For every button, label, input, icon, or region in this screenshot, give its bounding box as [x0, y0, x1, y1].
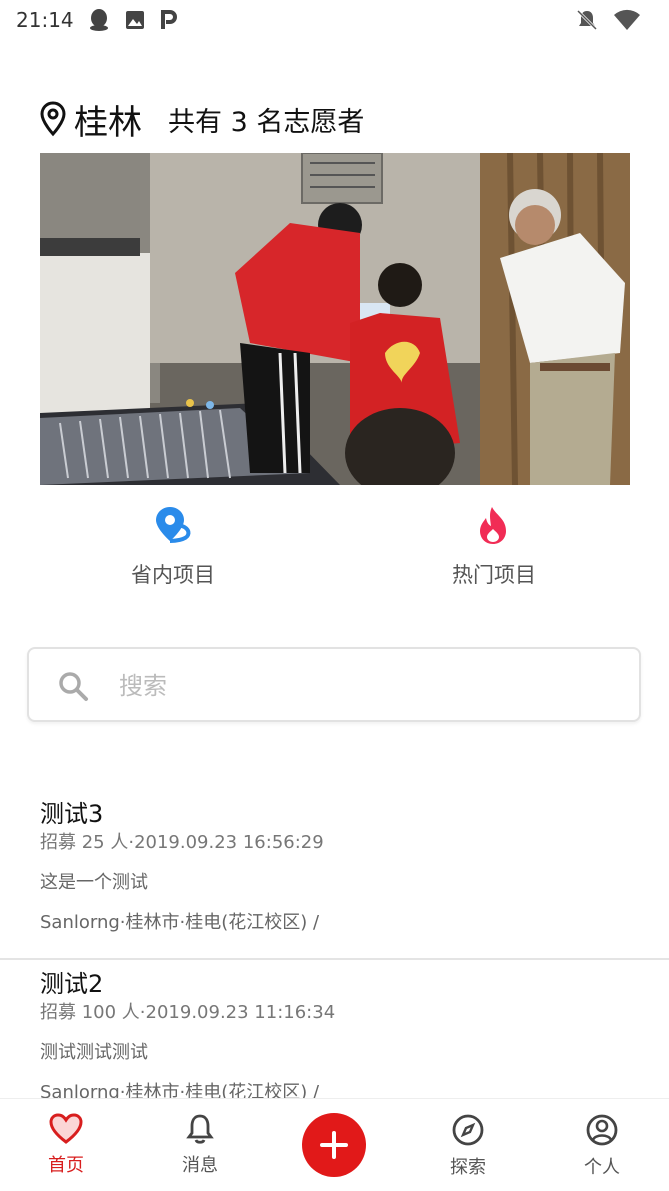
- fire-icon: [480, 507, 506, 544]
- status-time: 21:14: [16, 8, 74, 32]
- project-item[interactable]: 测试3 招募 25 人·2019.09.23 16:56:29 这是一个测试 S…: [0, 790, 669, 958]
- project-title: 测试2: [40, 970, 104, 998]
- location-header: 桂林 共有 3 名志愿者: [40, 95, 364, 143]
- wifi-icon: [614, 9, 640, 30]
- quick-item-province[interactable]: 省内项目: [73, 505, 273, 589]
- qq-icon: [90, 9, 108, 31]
- bottom-nav: 首页 消息 探索 个人: [0, 1098, 669, 1191]
- parking-icon: [161, 10, 177, 29]
- profile-icon: [586, 1114, 618, 1146]
- search-input[interactable]: [117, 665, 621, 707]
- volunteer-count: 共有 3 名志愿者: [168, 106, 365, 138]
- status-bar: 21:14: [0, 0, 669, 40]
- nav-home[interactable]: 首页: [16, 1113, 116, 1177]
- project-meta: 招募 25 人·2019.09.23 16:56:29: [40, 832, 324, 853]
- project-location: Sanlorng·桂林市·桂电(花江校区) /: [40, 912, 320, 933]
- quick-item-hot[interactable]: 热门项目: [394, 505, 594, 589]
- nav-profile[interactable]: 个人: [552, 1113, 652, 1179]
- quick-item-label: 热门项目: [452, 563, 536, 587]
- project-meta: 招募 100 人·2019.09.23 11:16:34: [40, 1002, 336, 1023]
- add-project-button[interactable]: [302, 1113, 366, 1177]
- hero-banner-image[interactable]: [40, 153, 630, 485]
- bell-muted-icon: [576, 9, 598, 31]
- plus-icon: [320, 1131, 348, 1159]
- hero-illustration: [40, 153, 630, 485]
- project-description: 测试测试测试: [40, 1042, 148, 1063]
- quick-item-label: 省内项目: [131, 563, 215, 587]
- nav-home-label: 首页: [48, 1155, 84, 1176]
- location-pin-icon[interactable]: [40, 101, 66, 137]
- status-icons-right: [575, 8, 641, 32]
- bell-icon: [186, 1114, 214, 1144]
- nav-messages-label: 消息: [182, 1155, 218, 1176]
- map-pin-icon: [156, 507, 191, 543]
- nav-profile-label: 个人: [584, 1157, 620, 1178]
- nav-messages[interactable]: 消息: [150, 1113, 250, 1177]
- project-description: 这是一个测试: [40, 872, 148, 893]
- status-icons-left: [88, 8, 178, 32]
- image-icon: [126, 11, 144, 29]
- project-title: 测试3: [40, 800, 104, 828]
- compass-icon: [452, 1114, 484, 1146]
- project-list: 测试3 招募 25 人·2019.09.23 16:56:29 这是一个测试 S…: [0, 790, 669, 1126]
- nav-explore[interactable]: 探索: [418, 1113, 518, 1179]
- city-name[interactable]: 桂林: [74, 95, 142, 144]
- search-box[interactable]: [27, 647, 641, 722]
- heart-icon: [49, 1113, 83, 1144]
- nav-explore-label: 探索: [450, 1157, 486, 1178]
- search-icon: [59, 672, 88, 701]
- quick-nav: 省内项目 热门项目: [0, 505, 669, 605]
